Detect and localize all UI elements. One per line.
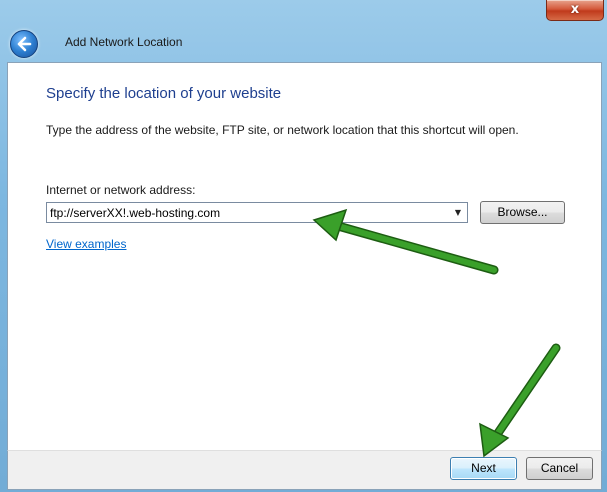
browse-button[interactable]: Browse... — [480, 201, 565, 224]
close-icon: x — [570, 2, 580, 17]
view-examples-link[interactable]: View examples — [46, 237, 126, 251]
window-frame: x Add Network Location Specify the locat… — [0, 0, 607, 492]
address-label: Internet or network address: — [46, 183, 196, 197]
cancel-button[interactable]: Cancel — [526, 457, 593, 480]
dropdown-arrow-icon[interactable]: ▼ — [449, 203, 467, 222]
address-combobox[interactable]: ▼ — [46, 202, 468, 223]
window-title: Add Network Location — [65, 35, 183, 49]
content-panel: Specify the location of your website Typ… — [7, 62, 602, 451]
description-text: Type the address of the website, FTP sit… — [46, 123, 519, 137]
back-button[interactable] — [10, 30, 38, 58]
title-bar: Add Network Location — [8, 24, 598, 62]
address-input[interactable] — [47, 203, 448, 222]
page-heading: Specify the location of your website — [46, 85, 282, 102]
next-button[interactable]: Next — [450, 457, 517, 480]
footer-bar: Next Cancel — [7, 450, 602, 490]
back-arrow-icon — [17, 36, 32, 52]
close-button[interactable]: x — [546, 0, 604, 21]
